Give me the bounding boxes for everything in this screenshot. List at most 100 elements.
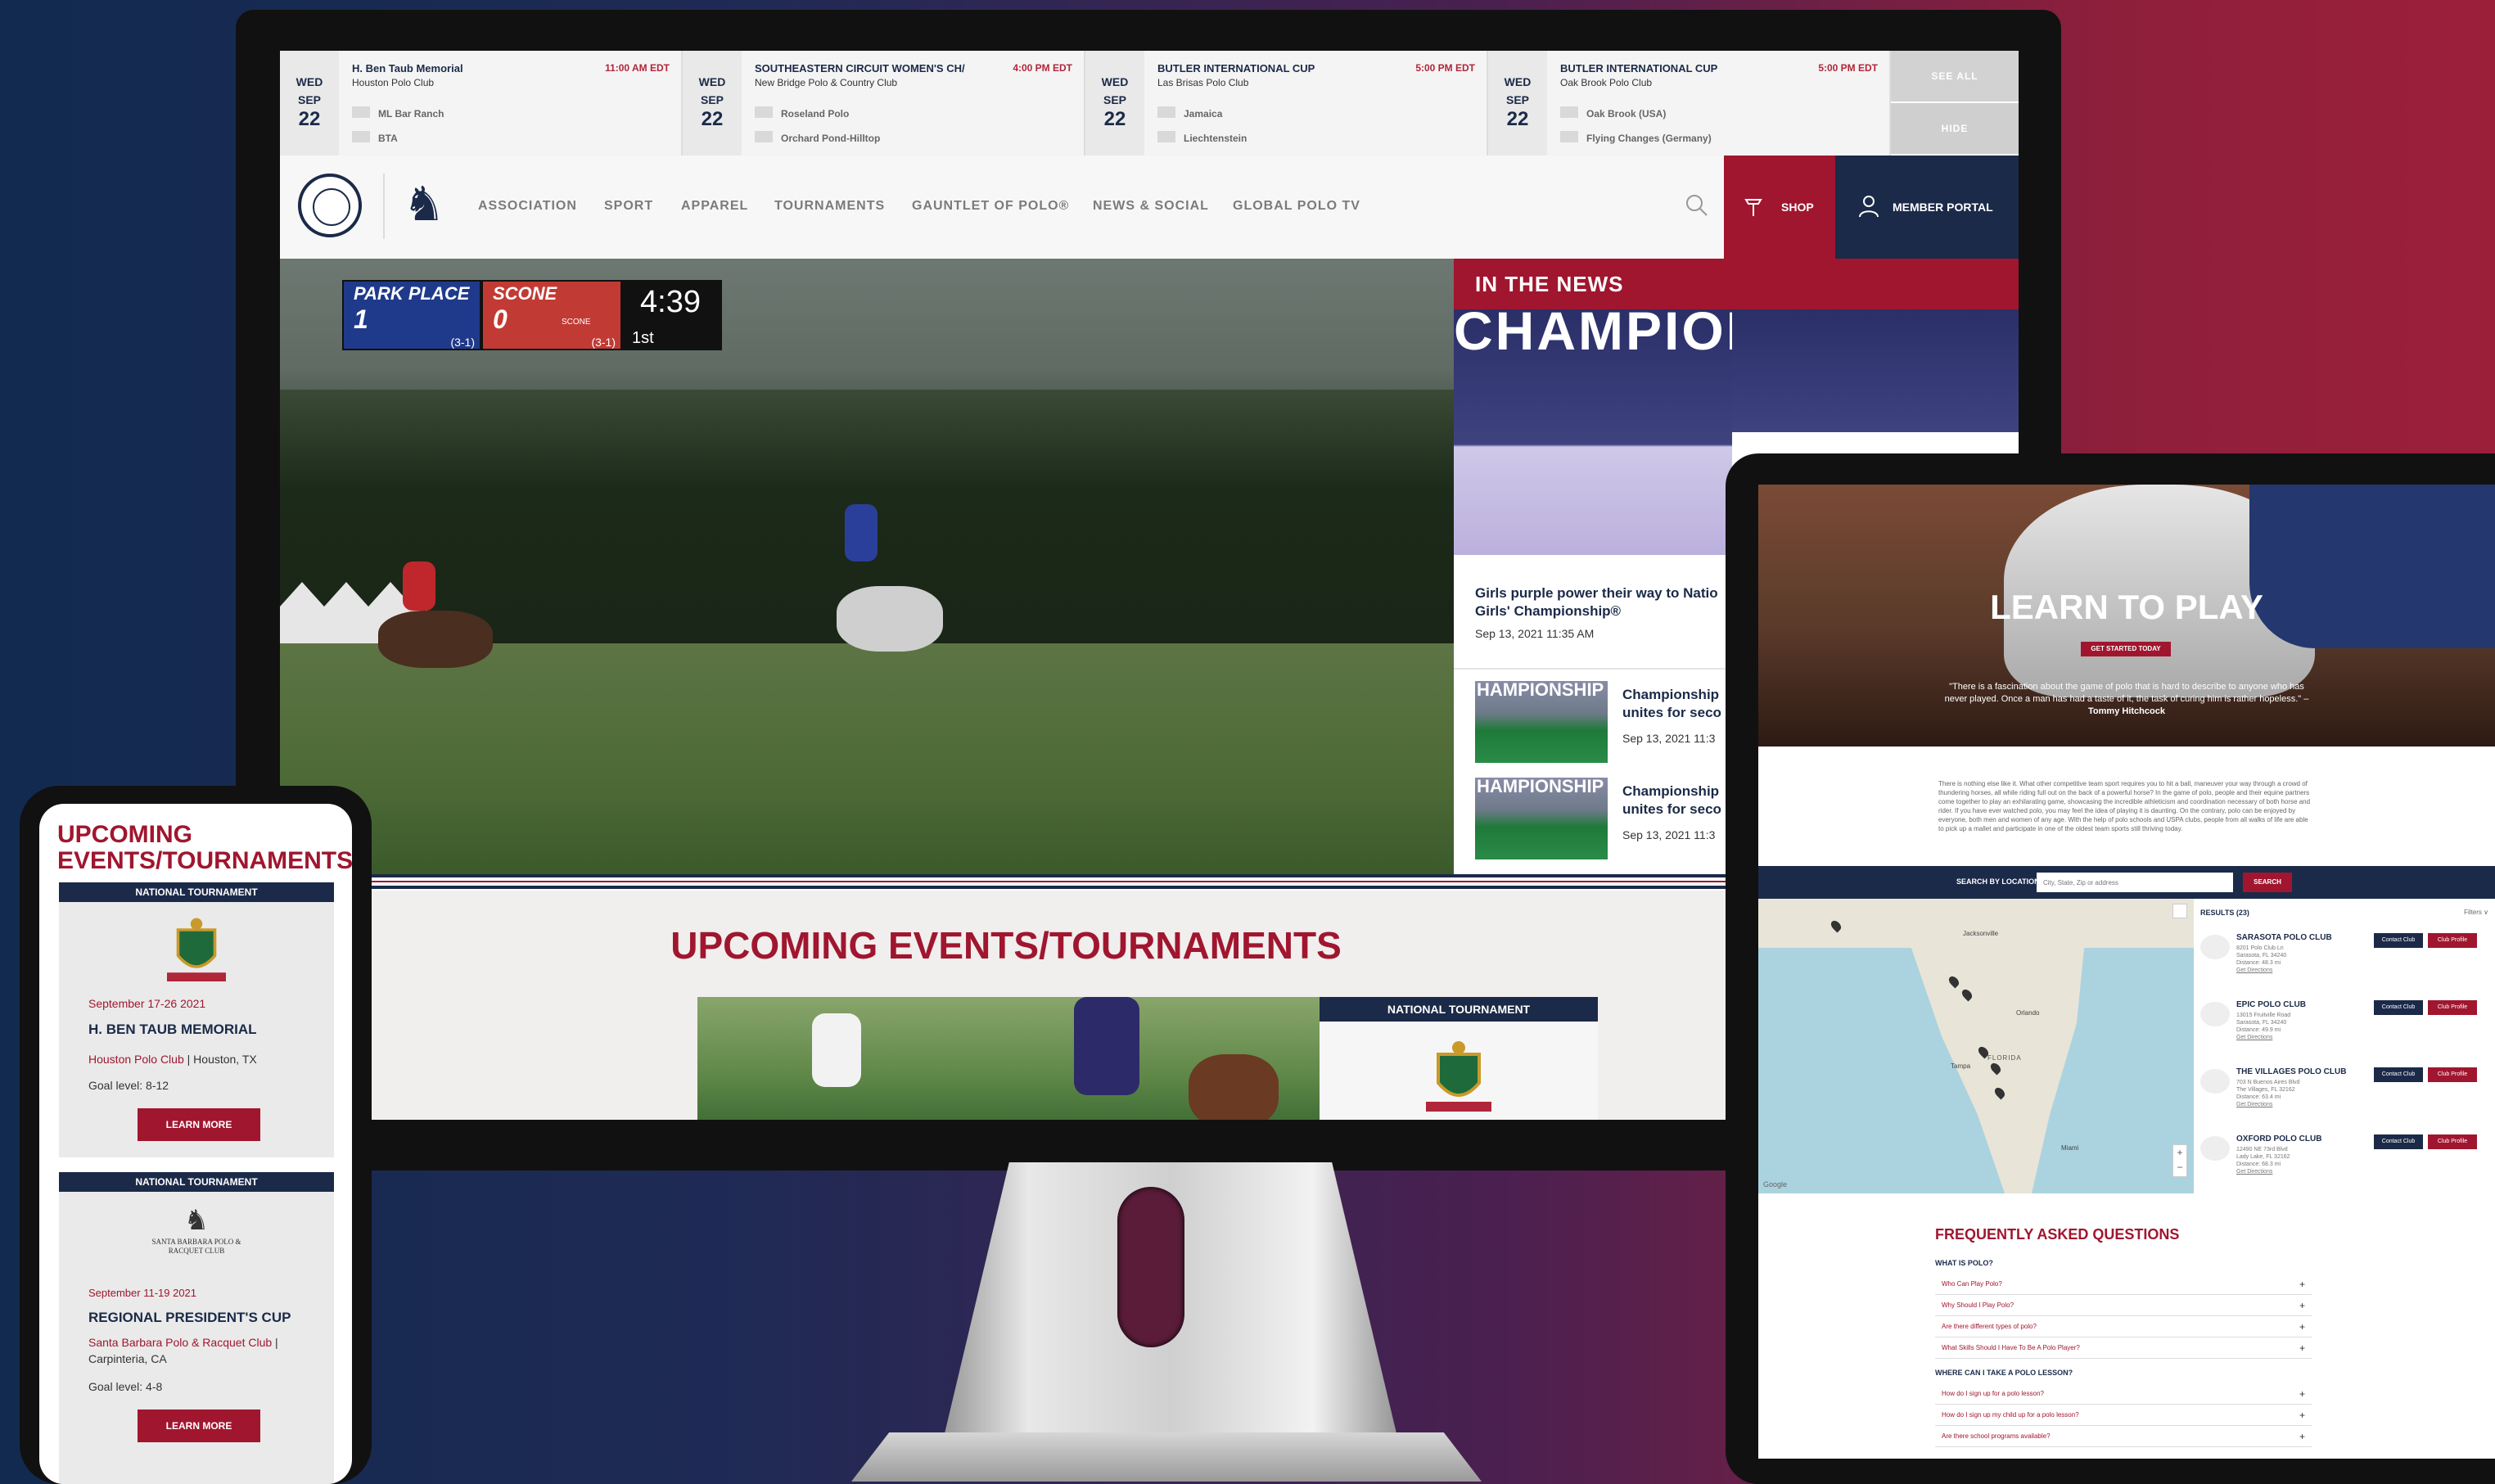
nav-gauntlet[interactable]: GAUNTLET OF POLO®	[912, 199, 1069, 214]
contact-club-button[interactable]: Contact Club	[2374, 1134, 2423, 1149]
news-thumb-1[interactable]: HAMPIONSHIP	[1475, 679, 1608, 763]
phone-learn-more-2[interactable]: LEARN MORE	[138, 1410, 260, 1442]
event-card[interactable]: NATIONAL TOURNAMENT	[1320, 997, 1598, 1120]
contact-club-button[interactable]: Contact Club	[2374, 933, 2423, 948]
phone-card-1-club-link[interactable]: Houston Polo Club	[88, 1053, 184, 1066]
nav-apparel[interactable]: APPAREL	[681, 199, 748, 214]
schedule-card[interactable]: WED SEP 22 BUTLER INTERNATIONAL CUP 5:00 …	[1085, 51, 1488, 156]
news-thumb-2[interactable]: HAMPIONSHIP	[1475, 776, 1608, 859]
news-item-1-title[interactable]: Championship unites for seco	[1622, 686, 1729, 722]
schedule-time: 4:00 PM EDT	[1013, 62, 1072, 74]
hide-button[interactable]: HIDE	[1891, 103, 2019, 154]
schedule-team2: Orchard Pond-Hilltop	[781, 133, 881, 144]
result-row[interactable]: THE VILLAGES POLO CLUB 703 N Buenos Aire…	[2194, 1066, 2495, 1128]
phone-card-1-header: NATIONAL TOURNAMENT	[59, 882, 334, 902]
get-started-button[interactable]: GET STARTED TODAY	[2081, 642, 2171, 656]
faq-question[interactable]: What Skills Should I Have To Be A Polo P…	[1935, 1337, 2312, 1359]
uspa-logo[interactable]	[298, 174, 362, 237]
club-profile-button[interactable]: Club Profile	[2428, 933, 2477, 948]
location-search-button[interactable]: SEARCH	[2243, 873, 2292, 892]
horse-grey	[837, 586, 943, 652]
schedule-card[interactable]: WED SEP 22 H. Ben Taub Memorial 11:00 AM …	[280, 51, 683, 156]
schedule-day: 22	[1103, 108, 1126, 130]
news-item-1-date: Sep 13, 2021 11:3	[1622, 732, 1716, 745]
schedule-card[interactable]: WED SEP 22 BUTLER INTERNATIONAL CUP 5:00 …	[1488, 51, 1891, 156]
schedule-time: 5:00 PM EDT	[1818, 62, 1878, 74]
phone-learn-more-1[interactable]: LEARN MORE	[138, 1108, 260, 1141]
map-label-jacksonville: Jacksonville	[1963, 930, 1999, 937]
club-profile-button[interactable]: Club Profile	[2428, 1067, 2477, 1082]
hero-title: LEARN TO PLAY	[1990, 588, 2263, 626]
result-name[interactable]: THE VILLAGES POLO CLUB	[2236, 1067, 2346, 1076]
result-address-line: Lady Lake, FL 32162	[2236, 1154, 2290, 1160]
nav-news-social[interactable]: NEWS & SOCIAL	[1093, 199, 1209, 214]
news-main-image[interactable]: CHAMPIONSHIP	[1454, 309, 1732, 555]
result-address-line[interactable]: Get Directions	[2236, 967, 2359, 974]
nav-association[interactable]: ASSOCIATION	[478, 199, 577, 214]
nav-global-polo-tv[interactable]: GLOBAL POLO TV	[1233, 199, 1360, 214]
thumb-1-text: HAMPIONSHIP	[1477, 679, 1604, 700]
scoreboard-clock: 4:39 1st	[622, 280, 722, 350]
faq-question[interactable]: Are there different types of polo?	[1935, 1316, 2312, 1337]
schedule-club: Oak Brook Polo Club	[1560, 77, 1653, 88]
member-portal-button[interactable]: MEMBER PORTAL	[1835, 156, 2019, 259]
result-name[interactable]: OXFORD POLO CLUB	[2236, 1134, 2321, 1143]
schedule-title: SOUTHEASTERN CIRCUIT WOMEN'S CH/	[755, 62, 965, 74]
faq-question[interactable]: Who Can Play Polo?	[1935, 1274, 2312, 1295]
user-icon	[1859, 196, 1879, 218]
news-main-title[interactable]: Girls purple power their way to Natio Gi…	[1475, 584, 1721, 620]
result-address-line: 703 N Buenos Aires Blvd	[2236, 1080, 2300, 1085]
result-address-line[interactable]: Get Directions	[2236, 1101, 2359, 1108]
search-icon[interactable]	[1685, 193, 1709, 218]
result-address-line[interactable]: Get Directions	[2236, 1034, 2359, 1041]
result-row[interactable]: SARASOTA POLO CLUB 8201 Polo Club Ln Sara…	[2194, 931, 2495, 994]
faq-question[interactable]: Are there school programs available?	[1935, 1426, 2312, 1447]
map-zoom-controls[interactable]: + −	[2172, 1144, 2187, 1177]
schedule-club: Las Brisas Polo Club	[1157, 77, 1249, 88]
stripe-divider	[370, 874, 1729, 891]
schedule-card[interactable]: WED SEP 22 SOUTHEASTERN CIRCUIT WOMEN'S …	[683, 51, 1085, 156]
faq-question[interactable]: How do I sign up my child up for a polo …	[1935, 1405, 2312, 1426]
search-label: SEARCH BY LOCATION:	[1956, 877, 2042, 886]
result-address-line[interactable]: Get Directions	[2236, 1168, 2359, 1175]
intro-paragraph: There is nothing else like it. What othe…	[1938, 780, 2311, 832]
see-all-button[interactable]: SEE ALL	[1891, 51, 2019, 101]
map-fullscreen-icon[interactable]	[2172, 904, 2187, 918]
schedule-club: New Bridge Polo & Country Club	[755, 77, 898, 88]
polo-player-logo[interactable]: ♞	[403, 172, 445, 237]
phone-events-title: UPCOMING EVENTS/TOURNAMENTS	[57, 821, 352, 874]
nav-sport[interactable]: SPORT	[604, 199, 653, 214]
shop-button[interactable]: SHOP	[1724, 156, 1835, 259]
contact-club-button[interactable]: Contact Club	[2374, 1067, 2423, 1082]
phone-card-2-club-link[interactable]: Santa Barbara Polo & Racquet Club	[88, 1336, 272, 1349]
faq-question[interactable]: Why Should I Play Polo?	[1935, 1295, 2312, 1316]
news-item-2-title[interactable]: Championship unites for seco	[1622, 783, 1729, 819]
filters-dropdown[interactable]: Filters ∨	[2464, 909, 2488, 916]
logo-divider	[383, 174, 385, 239]
news-item-2-date: Sep 13, 2021 11:3	[1622, 828, 1716, 841]
phone-event-card-2[interactable]: NATIONAL TOURNAMENT ♞ SANTA BARBARA POLO…	[59, 1172, 334, 1484]
club-profile-button[interactable]: Club Profile	[2428, 1134, 2477, 1149]
quote-text: "There is a fascination about the game o…	[1944, 682, 2309, 704]
club-map[interactable]: Jacksonville FLORIDA Tampa Orlando Miami…	[1758, 899, 2194, 1193]
result-name[interactable]: SARASOTA POLO CLUB	[2236, 933, 2332, 942]
location-search-input[interactable]	[2037, 873, 2233, 892]
result-address-line: 12490 NE 73rd Blvd	[2236, 1147, 2288, 1152]
quote-author: Tommy Hitchcock	[2088, 706, 2165, 716]
club-profile-button[interactable]: Club Profile	[2428, 1000, 2477, 1015]
phone-event-card-1[interactable]: NATIONAL TOURNAMENT September 17-26 2021…	[59, 882, 334, 1157]
schedule-date: WED SEP 22	[1085, 51, 1144, 156]
faq-question[interactable]: How do I sign up for a polo lesson?	[1935, 1383, 2312, 1405]
live-video-player[interactable]: PARK PLACE 1 (3-1) SCONE 0 SCONE (3-1) 4…	[280, 259, 1454, 874]
event-photo[interactable]	[697, 997, 1320, 1120]
team1-name: PARK PLACE	[354, 283, 470, 304]
team-flag-icon	[755, 106, 773, 118]
events-section: UPCOMING EVENTS/TOURNAMENTS NATIONAL TOU…	[280, 874, 1732, 1120]
contact-club-button[interactable]: Contact Club	[2374, 1000, 2423, 1015]
result-row[interactable]: EPIC POLO CLUB 13015 Fruitville Road Sara…	[2194, 999, 2495, 1061]
team1-record: (3-1)	[450, 336, 475, 349]
result-row[interactable]: OXFORD POLO CLUB 12490 NE 73rd Blvd Lady …	[2194, 1133, 2495, 1195]
result-name[interactable]: EPIC POLO CLUB	[2236, 1000, 2306, 1009]
phone-card-2-header: NATIONAL TOURNAMENT	[59, 1172, 334, 1192]
nav-tournaments[interactable]: TOURNAMENTS	[774, 199, 885, 214]
